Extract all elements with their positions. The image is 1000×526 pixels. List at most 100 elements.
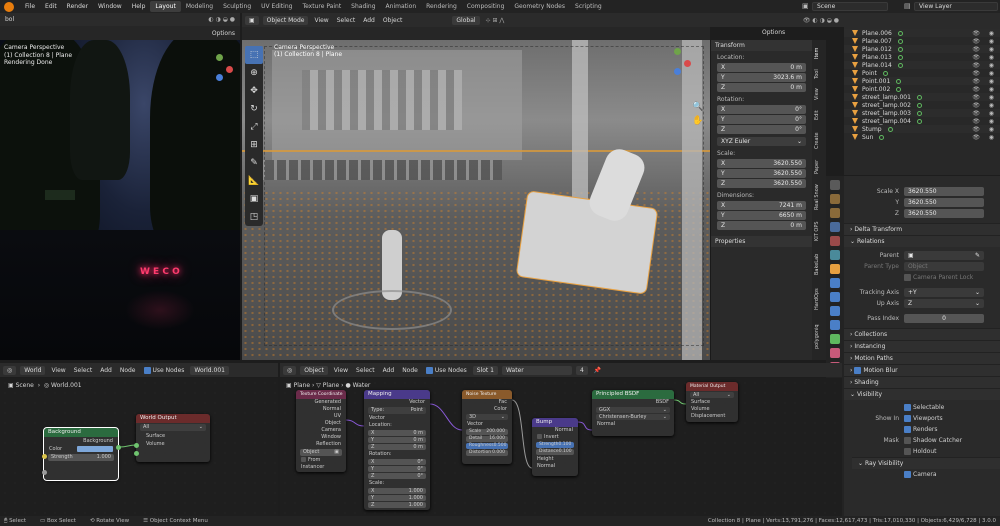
outliner-row[interactable]: Point 👁 ◉ xyxy=(844,69,1000,77)
prop-mask-shadow-catcher[interactable]: Mask Shadow Catcher xyxy=(844,435,1000,446)
world-menu-node[interactable]: Node xyxy=(118,367,138,374)
bump-strength-field[interactable]: Strength 0.100 xyxy=(536,442,574,448)
outliner-row[interactable]: Plane.014 👁 ◉ xyxy=(844,61,1000,69)
tab-tool[interactable]: Tool xyxy=(814,66,824,82)
render-camera-icon[interactable]: ◉ xyxy=(989,126,994,133)
tab-hardops[interactable]: HardOps xyxy=(814,284,824,314)
dimensions-z-field[interactable]: Z0 m xyxy=(717,221,806,230)
gizmo-y-axis-icon[interactable] xyxy=(216,54,223,61)
mapping-scale-z[interactable]: Z 1.000 xyxy=(368,502,426,508)
render-camera-icon[interactable]: ◉ xyxy=(989,30,994,37)
scale-z-field[interactable]: Z 3620.550 xyxy=(717,179,806,188)
visibility-eye-icon[interactable]: 👁 xyxy=(972,110,980,117)
mapping-node[interactable]: Mapping Vector Type: Point Vector Locatio… xyxy=(364,390,430,510)
delta-transform-section[interactable]: › Delta Transform xyxy=(844,223,1000,235)
tab-view[interactable]: View xyxy=(814,86,824,102)
world-editor-type-button[interactable]: ◎ xyxy=(3,365,17,375)
viewport-shading-icons[interactable]: 👁 ◐ ◑ ◒ ● xyxy=(801,17,841,24)
location-x-field[interactable]: X0 m xyxy=(717,63,806,72)
object-data-icon[interactable] xyxy=(897,54,903,60)
shader-menu-select[interactable]: Select xyxy=(354,367,377,374)
render-view-shading-icons[interactable]: ◐ ◑ ◒ ● xyxy=(206,16,237,23)
view-layer-props-icon[interactable] xyxy=(830,222,840,232)
material-props-icon[interactable] xyxy=(830,348,840,358)
outliner-row[interactable]: street_lamp.002 👁 ◉ xyxy=(844,101,1000,109)
bump-distance-field[interactable]: Distance 0.100 xyxy=(536,449,574,455)
transform-panel-header[interactable]: Transform xyxy=(711,40,812,51)
gizmo-y-axis-icon[interactable] xyxy=(674,48,681,55)
menu-file[interactable]: File xyxy=(20,0,40,13)
outliner-row[interactable]: Stump 👁 ◉ xyxy=(844,125,1000,133)
pan-hand-icon[interactable]: ✋ xyxy=(692,114,703,128)
gizmo-z-axis-icon[interactable] xyxy=(216,74,223,81)
world-props-icon[interactable] xyxy=(830,250,840,260)
dimensions-x-field[interactable]: X 7241 m xyxy=(717,201,806,210)
visibility-eye-icon[interactable]: 👁 xyxy=(972,46,980,53)
tab-modeling[interactable]: Modeling xyxy=(181,1,218,12)
object-data-icon[interactable] xyxy=(897,38,903,44)
shader-use-nodes-checkbox[interactable]: Use Nodes xyxy=(424,366,469,374)
render-camera-icon[interactable]: ◉ xyxy=(989,46,994,53)
constraints-props-icon[interactable] xyxy=(830,320,840,330)
object-data-icon[interactable] xyxy=(897,30,903,36)
collections-section[interactable]: › Collections xyxy=(844,328,1000,340)
world-datablock-selector[interactable]: World.001 xyxy=(190,365,229,375)
tool-props-icon[interactable] xyxy=(830,180,840,190)
outliner-row[interactable]: Plane.013 👁 ◉ xyxy=(844,53,1000,61)
3d-viewport[interactable]: Camera Perspective (1) Collection 8 | Pl… xyxy=(242,40,710,360)
shader-type-dropdown[interactable]: Object xyxy=(300,365,328,375)
physics-props-icon[interactable] xyxy=(830,306,840,316)
object-mode-dropdown[interactable]: Object Mode xyxy=(262,15,309,25)
shader-menu-add[interactable]: Add xyxy=(381,367,397,374)
visibility-eye-icon[interactable]: 👁 xyxy=(972,78,980,85)
rendered-viewport[interactable]: W E C O Camera Perspective (1) Collectio… xyxy=(0,40,240,360)
editor-type-button[interactable]: ▣ xyxy=(245,15,259,25)
scale-x-field[interactable]: X 3620.550 xyxy=(717,159,806,168)
mapping-title[interactable]: Mapping xyxy=(364,390,430,399)
gizmo-x-axis-icon[interactable] xyxy=(684,60,691,67)
visibility-eye-icon[interactable]: 👁 xyxy=(972,30,980,37)
object-data-icon[interactable] xyxy=(882,70,888,76)
particles-props-icon[interactable] xyxy=(830,292,840,302)
noise-scale-field[interactable]: Scale 200.000 xyxy=(466,429,508,435)
tab-layout[interactable]: Layout xyxy=(150,1,181,12)
ray-visibility-section[interactable]: ⌄ Ray Visibility xyxy=(852,457,1000,469)
viewport-menu-add[interactable]: Add xyxy=(361,17,377,24)
mapping-type-dropdown[interactable]: Type: Point xyxy=(368,407,426,414)
location-z-field[interactable]: Z0 m xyxy=(717,83,806,92)
texcoord-title[interactable]: Texture Coordinate xyxy=(296,390,346,399)
output-props-icon[interactable] xyxy=(830,208,840,218)
render-camera-icon[interactable]: ◉ xyxy=(989,70,994,77)
outliner-row[interactable]: Point.002 👁 ◉ xyxy=(844,85,1000,93)
world-menu-add[interactable]: Add xyxy=(98,367,114,374)
rotation-mode-dropdown[interactable]: XYZ Euler ⌄ xyxy=(717,137,806,146)
render-camera-icon[interactable]: ◉ xyxy=(989,94,994,101)
relations-section[interactable]: ⌄ Relations xyxy=(844,235,1000,247)
data-props-icon[interactable] xyxy=(830,334,840,344)
snap-icons[interactable]: ⊹ ⊞ ⋀ xyxy=(484,17,507,24)
tab-geometry-nodes[interactable]: Geometry Nodes xyxy=(509,1,570,12)
matout-title[interactable]: Material Output xyxy=(686,382,738,391)
mapping-scale-x[interactable]: X 1.000 xyxy=(368,488,426,494)
noise-distortion-field[interactable]: Distortion 0.000 xyxy=(466,450,508,456)
mapping-location-y[interactable]: Y0 m xyxy=(368,437,426,443)
world-use-nodes-checkbox[interactable]: Use Nodes xyxy=(142,366,187,374)
tab-compositing[interactable]: Compositing xyxy=(462,1,510,12)
transform-tool-icon[interactable]: ⊞ xyxy=(245,136,263,154)
material-slot-dropdown[interactable]: Slot 1 xyxy=(472,365,498,375)
rotation-x-field[interactable]: X 0° xyxy=(717,105,806,114)
noise-texture-node[interactable]: Noise Texture Fac Color 3D ⌄ Vector Scale… xyxy=(462,390,512,464)
motion-paths-section[interactable]: › Motion Paths xyxy=(844,352,1000,364)
world-menu-select[interactable]: Select xyxy=(72,367,95,374)
noise-roughness-field[interactable]: Roughness 0.500 xyxy=(466,443,508,449)
bump-invert-checkbox[interactable]: Invert xyxy=(532,434,578,441)
noise-title[interactable]: Noise Texture xyxy=(462,390,512,399)
object-data-icon[interactable] xyxy=(897,62,903,68)
tab-kit-ops[interactable]: KIT OPS xyxy=(814,218,824,244)
outliner-row[interactable]: Plane.012 👁 ◉ xyxy=(844,45,1000,53)
visibility-eye-icon[interactable]: 👁 xyxy=(972,126,980,133)
viewport-options[interactable]: Options xyxy=(760,29,787,36)
gizmo-z-axis-icon[interactable] xyxy=(674,68,681,75)
tab-animation[interactable]: Animation xyxy=(381,1,422,12)
object-data-icon[interactable] xyxy=(916,118,922,124)
